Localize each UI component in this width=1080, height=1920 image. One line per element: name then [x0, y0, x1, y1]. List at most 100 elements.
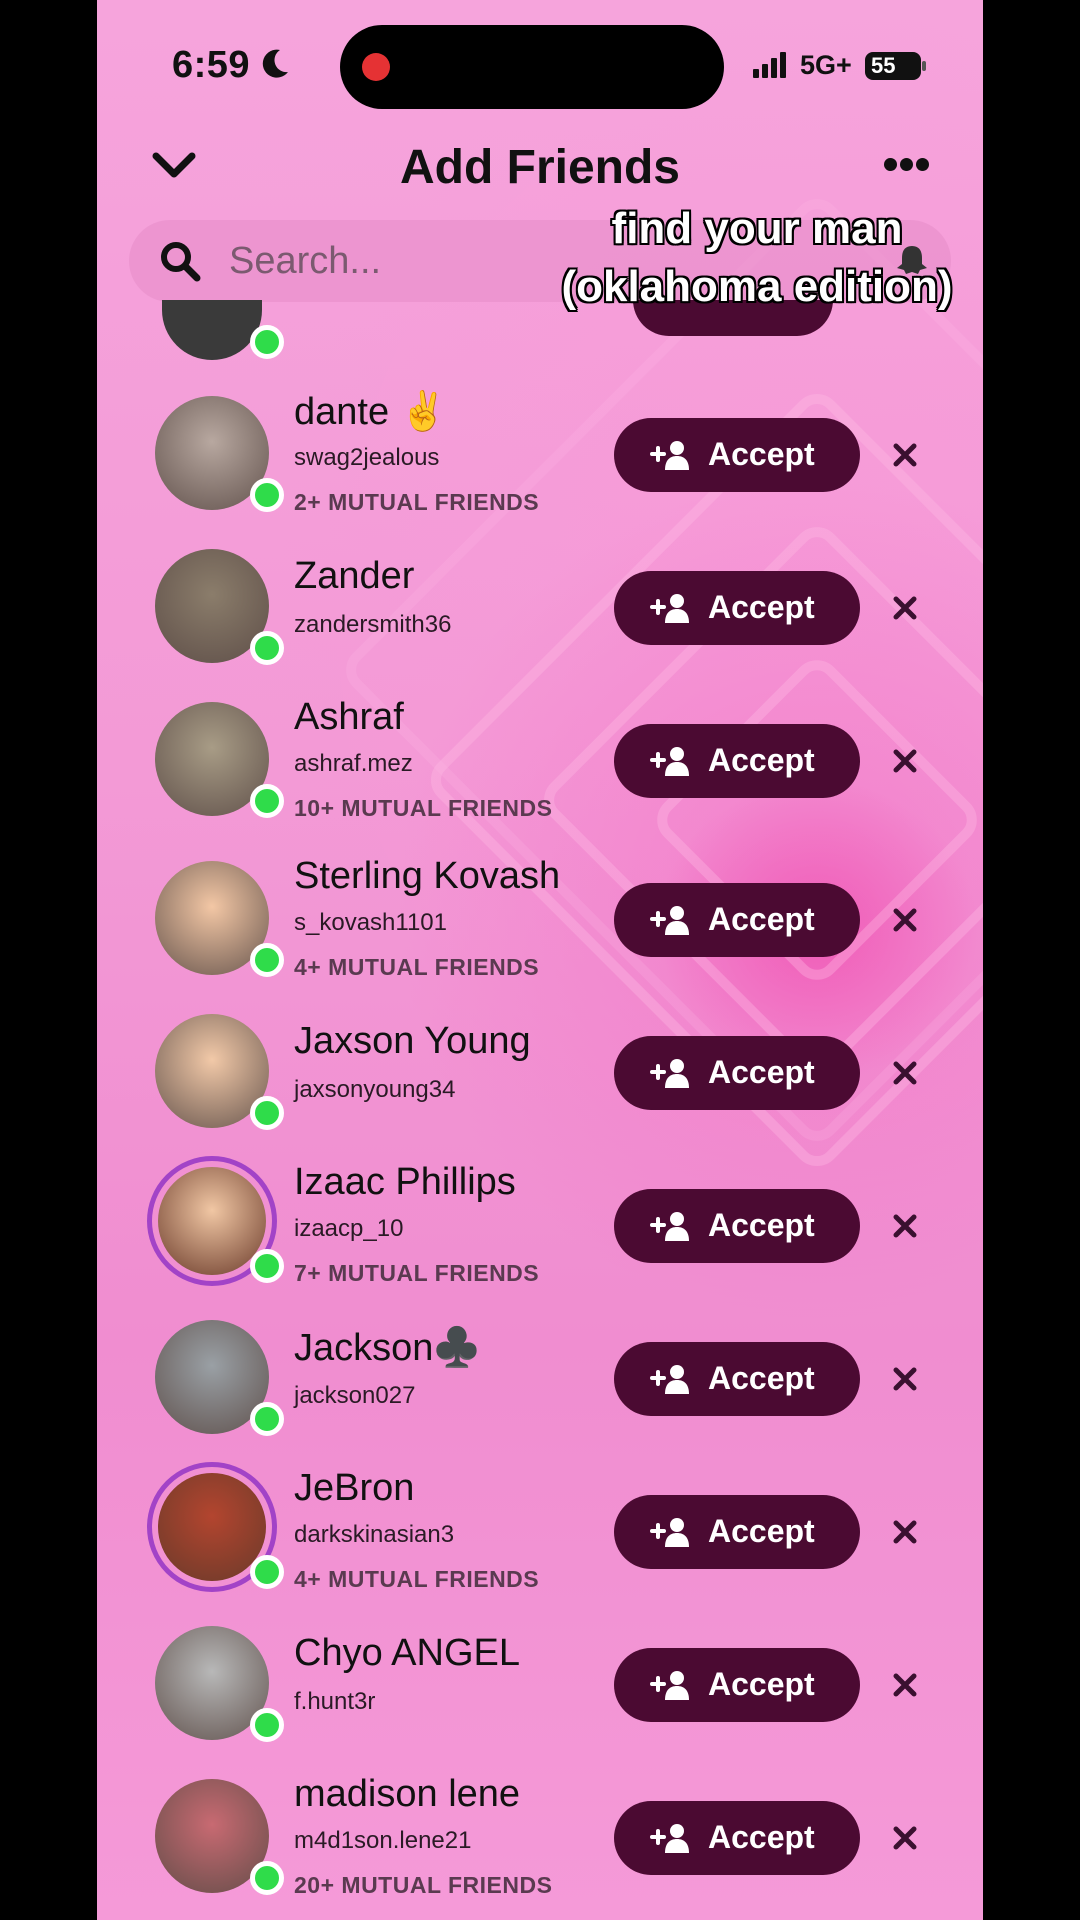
friend-name: Chyo ANGEL	[294, 1632, 520, 1674]
close-icon	[893, 1214, 917, 1238]
close-icon	[893, 1826, 917, 1850]
caption-line: (oklahoma edition)	[561, 262, 953, 311]
friend-name: Ashraf	[294, 696, 404, 738]
video-caption: find your man (oklahoma edition)	[497, 200, 983, 316]
accept-label: Accept	[708, 1666, 815, 1702]
add-friend-icon	[650, 1059, 689, 1088]
friend-request-row[interactable]: Izaac Phillips izaacp_10 7+ MUTUAL FRIENDS…	[97, 1156, 983, 1311]
accept-label: Accept	[708, 1360, 815, 1396]
accept-label: Accept	[708, 1513, 815, 1549]
friend-request-row[interactable]: Chyo ANGEL f.hunt3r Accept	[97, 1620, 983, 1770]
dynamic-island	[340, 25, 724, 109]
friend-request-row[interactable]: Sterling Kovash s_kovash1101 4+ MUTUAL FRI…	[97, 855, 983, 1005]
add-friend-icon	[650, 1365, 689, 1394]
close-icon	[893, 1673, 917, 1697]
accept-button[interactable]: Accept	[614, 1189, 860, 1263]
online-indicator	[250, 1555, 284, 1589]
accept-button[interactable]: Accept	[614, 1342, 860, 1416]
dismiss-button[interactable]	[890, 1364, 920, 1399]
friend-name: Izaac Phillips	[294, 1161, 516, 1203]
friend-name: madison lene	[294, 1773, 521, 1815]
add-friend-icon	[650, 906, 689, 935]
caption-line: find your man	[611, 204, 903, 253]
close-icon	[893, 1520, 917, 1544]
more-icon[interactable]	[884, 158, 930, 172]
mutual-friends-label: 2+ MUTUAL FRIENDS	[294, 489, 540, 515]
online-indicator	[250, 943, 284, 977]
accept-button[interactable]: Accept	[614, 883, 860, 957]
friend-request-row[interactable]: Jaxson Young jaxsonyoung34 Accept	[97, 1008, 983, 1158]
recording-indicator-icon	[362, 53, 390, 81]
mutual-friends-label: 10+ MUTUAL FRIENDS	[294, 795, 553, 821]
friend-request-row[interactable]: dante ✌️ swag2jealous 2+ MUTUAL FRIENDS Acc…	[97, 390, 983, 540]
accept-label: Accept	[708, 1054, 815, 1090]
friend-username: m4d1son.lene21	[294, 1827, 472, 1854]
online-indicator	[250, 1708, 284, 1742]
online-indicator	[250, 1402, 284, 1436]
letterbox-right	[983, 0, 1080, 1920]
mutual-friends-label: 4+ MUTUAL FRIENDS	[294, 954, 540, 980]
friend-name: Jaxson Young	[294, 1020, 531, 1062]
online-indicator	[250, 478, 284, 512]
dismiss-button[interactable]	[890, 1211, 920, 1246]
friend-request-row[interactable]: JeBron darkskinasian3 4+ MUTUAL FRIENDS Acc…	[97, 1462, 983, 1617]
add-friend-icon	[650, 1518, 689, 1547]
battery-icon: 55	[865, 52, 926, 80]
accept-label: Accept	[708, 589, 815, 625]
avatar[interactable]	[162, 300, 262, 360]
dismiss-button[interactable]	[890, 440, 920, 475]
friend-username: s_kovash1101	[294, 909, 447, 936]
dismiss-button[interactable]	[890, 1058, 920, 1093]
add-friend-icon	[650, 747, 689, 776]
dismiss-button[interactable]	[890, 905, 920, 940]
close-icon	[893, 443, 917, 467]
friend-username: darkskinasian3	[294, 1521, 455, 1548]
accept-button[interactable]: Accept	[614, 418, 860, 492]
app-screen: 6:59 5G+ 55 Add Friends Search... find y…	[97, 0, 983, 1920]
accept-button[interactable]: Accept	[614, 1495, 860, 1569]
friend-name: Jackson♣️	[294, 1327, 481, 1369]
dismiss-button[interactable]	[890, 1670, 920, 1705]
dismiss-button[interactable]	[890, 593, 920, 628]
accept-label: Accept	[708, 742, 815, 778]
friend-username: izaacp_10	[294, 1215, 404, 1242]
friend-request-row[interactable]: Zander zandersmith36 Accept	[97, 543, 983, 693]
online-indicator	[250, 631, 284, 665]
accept-button[interactable]: Accept	[614, 1801, 860, 1875]
network-label: 5G+	[800, 50, 852, 80]
accept-label: Accept	[708, 1819, 815, 1855]
friend-request-row[interactable]: Ashraf ashraf.mez 10+ MUTUAL FRIENDS Accept	[97, 696, 983, 846]
friend-username: ashraf.mez	[294, 750, 413, 777]
battery-level: 55	[871, 53, 896, 78]
mutual-friends-label: 7+ MUTUAL FRIENDS	[294, 1260, 540, 1286]
add-friend-icon	[650, 1671, 689, 1700]
friend-request-row[interactable]: madison lene m4d1son.lene21 20+ MUTUAL FRI…	[97, 1773, 983, 1920]
accept-button[interactable]: Accept	[614, 1036, 860, 1110]
dismiss-button[interactable]	[890, 1517, 920, 1552]
mutual-friends-label: 4+ MUTUAL FRIENDS	[294, 1566, 540, 1592]
moon-icon	[262, 49, 288, 78]
status-time: 6:59	[172, 44, 251, 86]
accept-button[interactable]: Accept	[614, 724, 860, 798]
close-icon	[893, 749, 917, 773]
mutual-friends-label: 20+ MUTUAL FRIENDS	[294, 1872, 553, 1898]
page-title: Add Friends	[399, 141, 680, 194]
friend-name: JeBron	[294, 1467, 415, 1509]
dismiss-button[interactable]	[890, 746, 920, 781]
add-friend-icon	[650, 1824, 689, 1853]
friend-name: dante ✌️	[294, 391, 447, 433]
friend-username: jaxsonyoung34	[294, 1076, 456, 1103]
friend-username: swag2jealous	[294, 444, 440, 471]
friend-request-row[interactable]: Jackson♣️ jackson027 Accept	[97, 1314, 983, 1464]
accept-label: Accept	[708, 1207, 815, 1243]
accept-button[interactable]: Accept	[614, 1648, 860, 1722]
close-icon	[893, 908, 917, 932]
close-icon	[893, 1061, 917, 1085]
close-icon	[893, 1367, 917, 1391]
online-indicator	[250, 1861, 284, 1895]
accept-button[interactable]: Accept	[614, 571, 860, 645]
online-indicator	[250, 325, 284, 359]
signal-icon	[753, 52, 786, 78]
dismiss-button[interactable]	[890, 1823, 920, 1858]
add-friend-icon	[650, 1212, 689, 1241]
